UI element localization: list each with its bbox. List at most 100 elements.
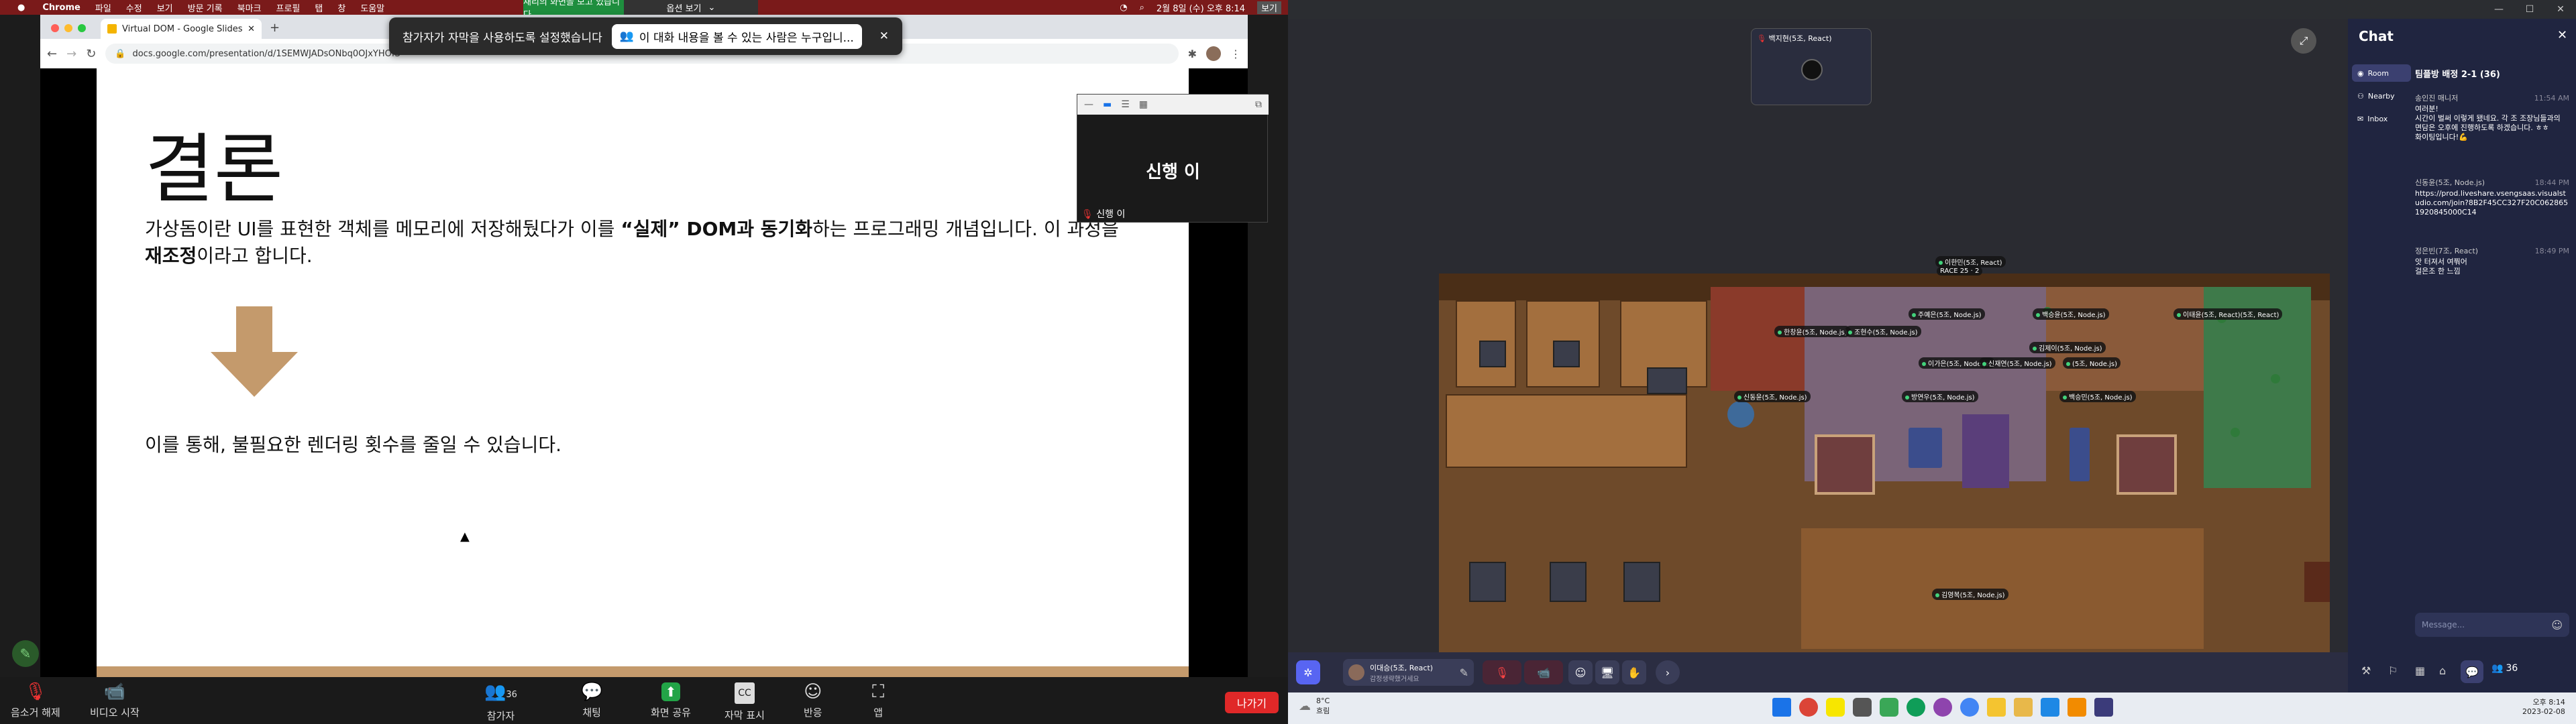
calendar-icon[interactable]: ▦	[2415, 664, 2425, 677]
message-link[interactable]: https://prod.liveshare.vsengsaas.visuals…	[2415, 189, 2569, 217]
taskbar-clock[interactable]: 오후 8:14 2023-02-08	[2522, 697, 2565, 716]
menu-chrome[interactable]: Chrome	[42, 3, 80, 13]
tab-close-icon[interactable]: ✕	[248, 24, 255, 34]
raise-hand-button[interactable]: ✋	[1622, 660, 1646, 684]
menu-tab[interactable]: 탭	[315, 1, 323, 14]
participants-button[interactable]: 👥 36	[2491, 663, 2518, 674]
menu-file[interactable]: 파일	[95, 1, 111, 14]
player-name-tag[interactable]: 백승민(5조, Node.js)	[2059, 391, 2136, 402]
notes-icon[interactable]	[1987, 698, 2006, 717]
tab-google-slides[interactable]: Virtual DOM - Google Slides ✕	[101, 19, 262, 39]
menu-window[interactable]: 창	[337, 1, 345, 14]
wifi-icon[interactable]: ◔	[1120, 3, 1127, 13]
player-name-tag[interactable]: 한창윤(5조, Node.js)	[1774, 326, 1851, 337]
player-profile-button[interactable]: 이대승(5조, React) 감정생략했거세요 ✎	[1343, 659, 1474, 686]
player-name-tag[interactable]: 신재연(5조, Node.js)	[1979, 357, 2055, 369]
chrome-menu-icon[interactable]: ⋮	[1230, 48, 1241, 60]
apps-button[interactable]: ⛶ 앱	[872, 682, 884, 719]
vscode-icon[interactable]	[2041, 698, 2059, 717]
profile-icon[interactable]	[1206, 46, 1221, 61]
chrome-app-icon[interactable]	[1907, 698, 1925, 717]
app-icon[interactable]	[1933, 698, 1952, 717]
close-icon[interactable]: ✕	[2545, 0, 2576, 19]
player-name-tag[interactable]: 김제이(5조, Node.js)	[2029, 342, 2106, 353]
screen-share-button[interactable]: 🖥	[1595, 660, 1619, 684]
gather-logo-icon[interactable]: ✲	[1296, 660, 1320, 684]
forward-icon[interactable]: →	[66, 47, 76, 61]
search-icon[interactable]: ⌕	[1140, 3, 1144, 13]
kakaotalk-icon[interactable]	[1826, 698, 1845, 717]
camera-off-button[interactable]: 📹	[1524, 660, 1563, 684]
weather-widget[interactable]: ☁ 8°C 흐림	[1299, 697, 1330, 716]
maximize-icon[interactable]: ☐	[2514, 0, 2545, 19]
folder-icon[interactable]	[2014, 698, 2033, 717]
emote-button[interactable]: ☺	[1568, 660, 1593, 684]
menu-profile[interactable]: 프로필	[276, 1, 301, 14]
start-video-button[interactable]: 📹 비디오 시작	[90, 682, 140, 719]
participants-button[interactable]: 👥36 참가자	[484, 682, 517, 723]
reload-icon[interactable]: ↻	[86, 47, 96, 61]
player-name-tag[interactable]: 방연우(5조, Node.js)	[1902, 391, 1978, 402]
player-name-tag[interactable]: (5조, Node.js)	[2063, 357, 2121, 369]
gallery-strip-icon[interactable]: ☰	[1121, 99, 1130, 110]
player-name-tag[interactable]: 백승윤(5조, Node.js)	[2033, 308, 2109, 320]
menu-history[interactable]: 방문 기록	[188, 1, 223, 14]
chat-sidebar-nearby[interactable]: ⚇ Nearby	[2352, 87, 2411, 105]
edit-icon[interactable]: ✎	[1460, 666, 1468, 679]
menu-edit[interactable]: 수정	[126, 1, 142, 14]
build-icon[interactable]: ⚒	[2361, 664, 2371, 677]
minimize-icon[interactable]: —	[2483, 0, 2514, 19]
app-icon[interactable]	[1853, 698, 1872, 717]
chat-icon[interactable]: 💬	[2461, 660, 2483, 683]
home-icon[interactable]: ⌂	[2439, 664, 2446, 677]
chat-button[interactable]: 💬 채팅	[581, 682, 602, 719]
minimize-window-icon[interactable]	[64, 24, 72, 32]
emoji-icon[interactable]: ☺	[2551, 619, 2563, 631]
chrome-app-icon[interactable]	[1799, 698, 1818, 717]
back-icon[interactable]: ←	[47, 47, 57, 61]
player-name-tag[interactable]: 김영복(5조, Node.js)	[1932, 589, 2008, 600]
video-tile[interactable]: 🎙 백지현(5조, React)	[1751, 28, 1872, 105]
game-map[interactable]: RACE 25 · 2 이한민(5조, React) 주예은(5조, Node.…	[1439, 256, 2330, 652]
apple-icon[interactable]: ●	[17, 3, 25, 13]
reactions-button[interactable]: ☺ 반응	[804, 682, 822, 719]
app-icon[interactable]	[2094, 698, 2113, 717]
speaker-view-icon[interactable]: ▬	[1103, 99, 1112, 110]
close-window-icon[interactable]	[51, 24, 59, 32]
gallery-grid-icon[interactable]: ▦	[1139, 99, 1148, 110]
menu-help[interactable]: 도움말	[360, 1, 384, 14]
extensions-icon[interactable]: ✱	[1188, 48, 1197, 60]
captions-button[interactable]: CC 자막 표시	[724, 682, 765, 722]
annotate-pen-icon[interactable]: ✎	[12, 640, 39, 667]
close-icon[interactable]: ✕	[879, 29, 889, 43]
chat-sidebar-inbox[interactable]: ✉ Inbox	[2352, 110, 2411, 127]
view-options-button[interactable]: 옵션 보기 ⌄	[624, 0, 758, 15]
message-input[interactable]: Message... ☺	[2415, 613, 2569, 637]
minimize-icon[interactable]: —	[1084, 99, 1093, 110]
close-chat-icon[interactable]: ✕	[2557, 28, 2567, 42]
hammer-icon[interactable]: ⚐	[2388, 664, 2398, 677]
player-name-tag[interactable]: 이태윤(5조, React)(5조, React)	[2174, 308, 2283, 320]
zoom-window-icon[interactable]	[78, 24, 86, 32]
app-icon[interactable]	[2068, 698, 2086, 717]
expand-icon[interactable]: ⤢	[2291, 28, 2316, 54]
app-icon[interactable]	[1880, 698, 1898, 717]
leave-button[interactable]: 나가기	[1225, 692, 1279, 713]
app-icon[interactable]	[1960, 698, 1979, 717]
new-tab-icon[interactable]: +	[270, 21, 280, 35]
player-name-tag[interactable]: 이한민(5조, React)	[1935, 256, 2006, 267]
player-name-tag[interactable]: 조현수(5조, Node.js)	[1845, 326, 1921, 337]
player-name-tag[interactable]: 신동윤(5조, Node.js)	[1734, 391, 1811, 402]
captions-privacy-button[interactable]: 👥 이 대화 내용을 볼 수 있는 사람은 누구입니...	[611, 23, 862, 49]
exit-thumbnail-icon[interactable]: ⧉	[1255, 99, 1262, 110]
chat-sidebar-room[interactable]: ◉ Room	[2352, 64, 2411, 82]
view-menu[interactable]: 보기	[1257, 1, 1281, 14]
mic-off-button[interactable]: 🎙	[1483, 660, 1521, 684]
menu-view[interactable]: 보기	[157, 1, 173, 14]
share-screen-button[interactable]: ⬆ 화면 공유	[651, 682, 691, 719]
windows-start-icon[interactable]	[1772, 698, 1791, 717]
menu-bookmarks[interactable]: 북마크	[237, 1, 262, 14]
expand-toolbar-button[interactable]: ›	[1656, 660, 1680, 684]
player-name-tag[interactable]: 주예은(5조, Node.js)	[1909, 308, 1985, 320]
unmute-button[interactable]: 🎙 음소거 해제	[11, 682, 60, 719]
